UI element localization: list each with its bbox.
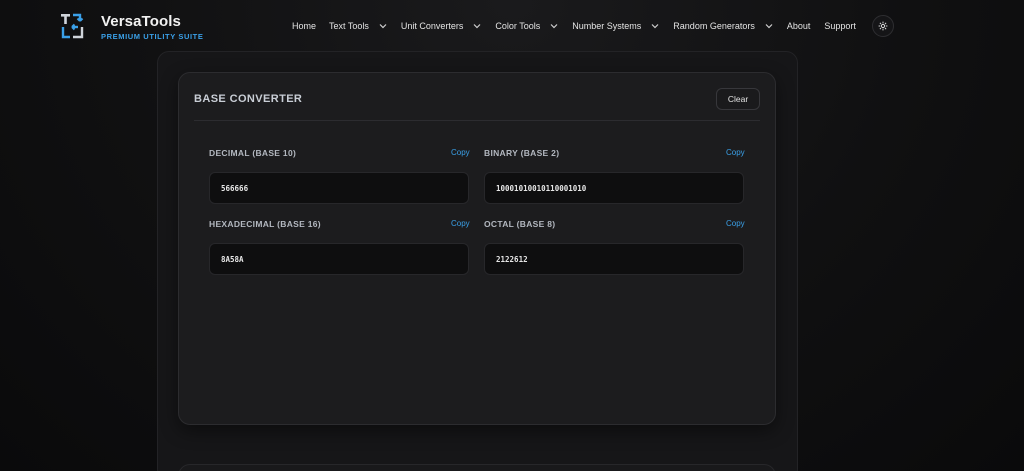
nav-item-label: Unit Converters	[400, 21, 464, 31]
decimal-copy-button[interactable]: Copy	[451, 148, 470, 157]
nav-item-label: Support	[824, 21, 856, 31]
brand-name[interactable]: VersaTools	[101, 13, 181, 30]
decimal-input[interactable]: 566666	[209, 172, 469, 204]
brand-tagline: PREMIUM UTILITY SUITE	[101, 32, 204, 41]
binary-copy-button[interactable]: Copy	[726, 148, 745, 157]
settings-button[interactable]	[872, 15, 894, 37]
nav-item-text-tools[interactable]: Text Tools	[329, 21, 388, 31]
chevron-down-icon	[550, 24, 558, 29]
hex-input[interactable]: 8A58A	[209, 243, 469, 275]
decimal-label: DECIMAL (BASE 10)	[209, 148, 297, 158]
binary-label: BINARY (BASE 2)	[484, 148, 560, 158]
octal-input[interactable]: 2122612	[484, 243, 744, 275]
gear-icon	[878, 21, 888, 31]
top-header: VersaTools PREMIUM UTILITY SUITE Home Te…	[0, 0, 1024, 52]
nav-item-unit-converters[interactable]: Unit Converters	[401, 21, 483, 31]
nav-item-random-generators[interactable]: Random Generators	[673, 21, 774, 31]
card-title: BASE CONVERTER	[194, 93, 303, 105]
nav-item-label: Home	[292, 21, 317, 31]
octal-label: OCTAL (BASE 8)	[484, 219, 556, 229]
nav-item-label: Color Tools	[495, 21, 541, 31]
binary-input[interactable]: 10001010010110001010	[484, 172, 744, 204]
nav-item-label: About	[786, 21, 811, 31]
nav-item-support[interactable]: Support	[824, 21, 856, 31]
chevron-down-icon	[651, 24, 659, 29]
main-nav: Home Text Tools Unit Converters Color To…	[292, 16, 856, 36]
nav-item-home[interactable]: Home	[292, 21, 316, 31]
nav-item-number-systems[interactable]: Number Systems	[572, 21, 660, 31]
chevron-down-icon	[765, 24, 773, 29]
next-card	[178, 464, 776, 471]
logo-icon[interactable]	[60, 12, 86, 40]
nav-item-label: Random Generators	[673, 21, 755, 31]
nav-item-color-tools[interactable]: Color Tools	[495, 21, 559, 31]
hex-label: HEXADECIMAL (BASE 16)	[209, 219, 321, 229]
nav-item-label: Number Systems	[572, 21, 642, 31]
nav-item-about[interactable]: About	[787, 21, 811, 31]
card-divider	[194, 120, 760, 121]
octal-copy-button[interactable]: Copy	[726, 219, 745, 228]
nav-item-label: Text Tools	[329, 21, 369, 31]
chevron-down-icon	[379, 24, 387, 29]
hex-copy-button[interactable]: Copy	[451, 219, 470, 228]
clear-button[interactable]: Clear	[716, 88, 760, 110]
chevron-down-icon	[473, 24, 481, 29]
